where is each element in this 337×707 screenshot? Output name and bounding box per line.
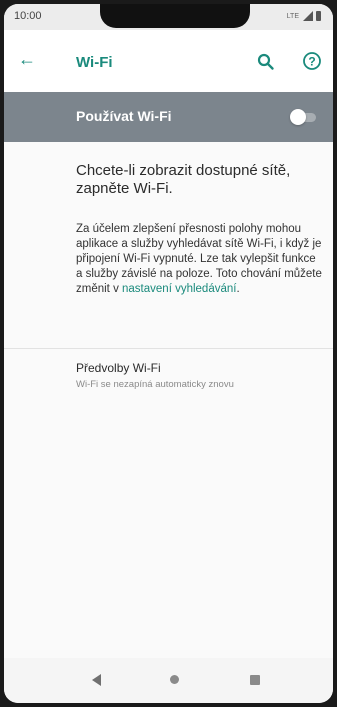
nav-home-icon[interactable] (170, 675, 179, 684)
signal-icon (303, 11, 313, 21)
status-time: 10:00 (14, 10, 42, 22)
wifi-preferences-title: Předvolby Wi-Fi (76, 361, 161, 375)
navigation-bar (4, 658, 333, 703)
toggle-thumb (290, 109, 306, 125)
info-end: . (236, 283, 240, 295)
wifi-toggle-switch[interactable] (290, 109, 318, 125)
search-icon[interactable] (256, 52, 276, 72)
nav-recents-icon[interactable] (250, 675, 260, 685)
wifi-preferences-item[interactable]: Předvolby Wi-Fi Wi-Fi se nezapíná automa… (4, 349, 333, 401)
svg-text:?: ? (308, 55, 315, 69)
arrow-left-icon[interactable]: ← (18, 50, 36, 68)
phone-screen: 10:00 LTE ← Wi-Fi ? Používat Wi-Fi Chcet… (4, 4, 333, 703)
location-accuracy-info: Za účelem zlepšení přesnosti polohy moho… (76, 222, 324, 297)
status-bar: 10:00 LTE (4, 4, 333, 30)
page-title: Wi-Fi (76, 54, 113, 71)
wifi-master-label: Používat Wi-Fi (76, 108, 172, 124)
status-icons: LTE (287, 11, 321, 21)
wifi-master-switch-bar[interactable]: Používat Wi-Fi (4, 92, 333, 142)
wifi-preferences-subtitle: Wi-Fi se nezapíná automaticky znovu (76, 379, 234, 390)
wifi-off-heading: Chcete-li zobrazit dostupné sítě, zapnět… (76, 162, 291, 197)
scanning-settings-link[interactable]: nastavení vyhledávání (122, 283, 236, 295)
camera-notch (100, 4, 250, 28)
network-type: LTE (286, 12, 299, 20)
app-bar: ← Wi-Fi ? (4, 30, 333, 92)
battery-icon (316, 11, 321, 21)
nav-back-icon[interactable] (92, 674, 101, 686)
help-icon[interactable]: ? (302, 51, 322, 71)
